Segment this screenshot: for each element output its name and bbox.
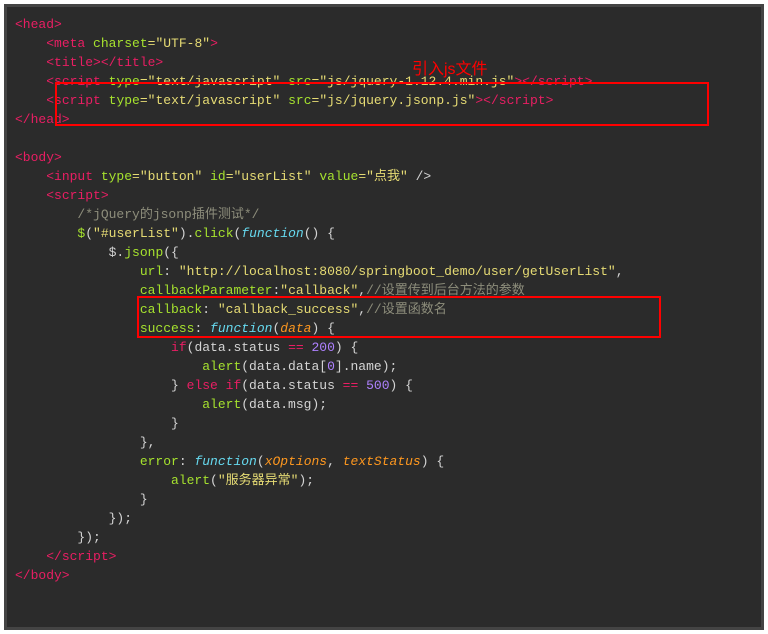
annotation-label: 引入js文件 [412, 55, 488, 79]
code-screenshot-frame: <head> <meta charset="UTF-8"> <title></t… [4, 4, 764, 630]
code-block: <head> <meta charset="UTF-8"> <title></t… [7, 7, 761, 593]
